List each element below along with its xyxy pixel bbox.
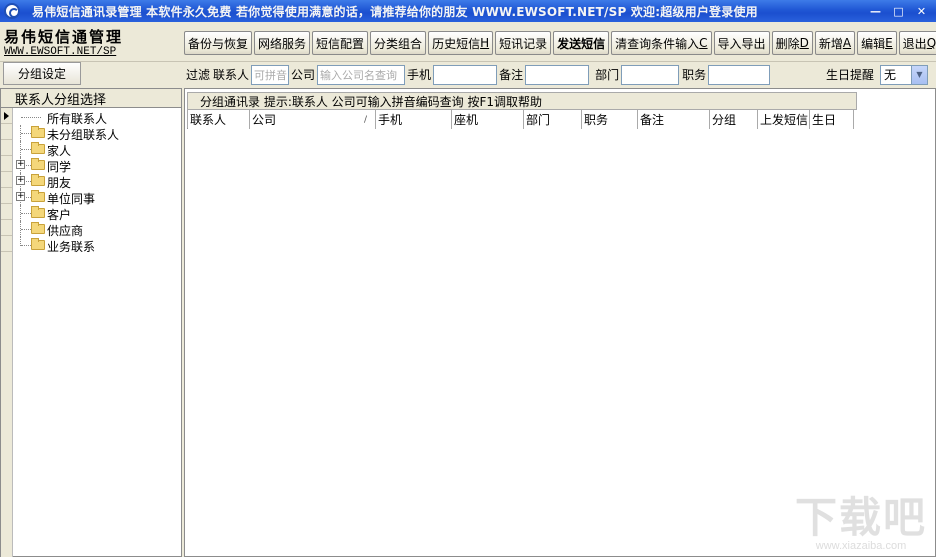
clear-query-button[interactable]: 清查询条件输入 C	[611, 31, 712, 55]
sms-history-button[interactable]: 历史短信 H	[428, 31, 494, 55]
folder-icon	[31, 158, 45, 170]
column-header-mobile[interactable]: 手机	[376, 110, 452, 129]
expand-icon[interactable]: +	[16, 192, 25, 201]
column-header-note[interactable]: 备注	[638, 110, 710, 129]
grid-caption: 分组通讯录 提示:联系人 公司可输入拼音编码查询 按F1调取帮助	[187, 92, 857, 110]
brand-url-link[interactable]: WWW.EWSOFT.NET/SP	[4, 46, 116, 58]
network-service-button[interactable]: 网络服务	[254, 31, 311, 55]
watermark-url: www.xiazaiba.com	[815, 540, 907, 552]
mobile-filter-label: 手机	[407, 68, 432, 82]
close-button[interactable]: ✕	[911, 2, 932, 20]
expand-icon[interactable]: +	[16, 160, 25, 169]
app-icon	[4, 3, 20, 19]
dept-filter-input[interactable]	[621, 64, 680, 85]
tree-item-all-contacts[interactable]: 所有联系人	[13, 109, 181, 127]
exit-button[interactable]: 退出 Q	[898, 31, 936, 55]
minimize-button[interactable]: —	[865, 2, 886, 20]
column-header-title[interactable]: 职务	[582, 110, 638, 129]
filter-bar: 过滤 联系人 可拼音 公司 输入公司名查询 手机 备注 部门 职务 生日提醒 无…	[184, 62, 936, 87]
column-header-contact[interactable]: 联系人	[188, 110, 250, 129]
title-bar: 易伟短信通讯录管理 本软件永久免费 若你觉得使用满意的话，请推荐给你的朋友 WW…	[0, 0, 936, 22]
column-header-group[interactable]: 分组	[710, 110, 758, 129]
sms-records-button[interactable]: 短讯记录	[495, 31, 552, 55]
note-filter-label: 备注	[499, 68, 524, 82]
sms-config-button[interactable]: 短信配置	[312, 31, 369, 55]
tree-header: 联系人分组选择	[1, 89, 181, 108]
category-combine-button[interactable]: 分类组合	[370, 31, 427, 55]
expand-icon[interactable]: +	[16, 176, 25, 185]
column-header-last-sms[interactable]: 上发短信	[758, 110, 810, 129]
folder-icon	[31, 142, 45, 154]
column-header-landline[interactable]: 座机	[452, 110, 524, 129]
tree-row-indicator-column	[1, 108, 13, 557]
birthday-reminder-value: 无	[884, 68, 897, 82]
edit-button[interactable]: 编辑 E	[857, 31, 897, 55]
company-filter-input[interactable]: 输入公司名查询	[317, 64, 406, 85]
current-row-indicator	[1, 108, 12, 124]
column-header-department[interactable]: 部门	[524, 110, 582, 129]
contacts-grid: 分组通讯录 提示:联系人 公司可输入拼音编码查询 按F1调取帮助 联系人 公司 …	[184, 88, 936, 557]
tree-item-ungrouped[interactable]: 未分组联系人	[13, 125, 181, 142]
group-tree: 所有联系人 未分组联系人 家人 + 同学 + 朋友 + 单位同事 客户 供应商 …	[13, 109, 181, 254]
tree-item-family[interactable]: 家人	[13, 141, 181, 158]
folder-icon	[31, 238, 45, 250]
group-tree-panel: 联系人分组选择 所有联系人 未分组联系人 家人 + 同学 + 朋友 + 单位同事…	[0, 88, 182, 557]
mobile-filter-input[interactable]	[433, 64, 498, 85]
column-header-birthday[interactable]: 生日	[810, 110, 854, 129]
folder-icon	[31, 190, 45, 202]
tree-item-business[interactable]: 业务联系	[13, 237, 181, 254]
dept-filter-label: 部门	[595, 68, 620, 82]
tree-item-friends[interactable]: + 朋友	[13, 173, 181, 190]
tree-item-suppliers[interactable]: 供应商	[13, 221, 181, 238]
company-filter-label: 公司	[291, 68, 316, 82]
brand-title: 易伟短信通管理	[4, 28, 124, 46]
title-filter-input[interactable]	[708, 64, 771, 85]
watermark: 下载吧 www.xiazaiba.com	[794, 493, 927, 553]
sort-indicator-icon: /	[363, 114, 367, 125]
add-button[interactable]: 新增 A	[814, 31, 856, 55]
note-filter-input[interactable]	[525, 64, 590, 85]
folder-icon	[31, 222, 45, 234]
backup-restore-button[interactable]: 备份与恢复	[184, 31, 253, 55]
birthday-reminder-select[interactable]: 无 ▼	[880, 64, 928, 85]
tree-item-customers[interactable]: 客户	[13, 205, 181, 222]
import-export-button[interactable]: 导入导出	[713, 31, 770, 55]
filter-label: 过滤	[186, 68, 211, 82]
contact-filter-input[interactable]: 可拼音	[251, 64, 290, 85]
group-settings-tab[interactable]: 分组设定	[3, 62, 81, 85]
column-header-company[interactable]: 公司 /	[250, 110, 376, 129]
contact-filter-label: 联系人	[213, 68, 250, 82]
title-filter-label: 职务	[682, 68, 707, 82]
send-sms-button[interactable]: 发送短信	[553, 31, 610, 55]
tree-item-classmates[interactable]: + 同学	[13, 157, 181, 174]
folder-icon	[31, 206, 45, 218]
delete-button[interactable]: 删除 D	[771, 31, 813, 55]
grid-column-headers: 联系人 公司 / 手机 座机 部门 职务 备注 分组 上发短信 生日	[187, 110, 854, 129]
toolbar: 备份与恢复 网络服务 短信配置 分类组合 历史短信 H 短讯记录 发送短信 清查询…	[184, 31, 936, 55]
birthday-reminder-label: 生日提醒	[825, 68, 874, 82]
header: 易伟短信通管理 WWW.EWSOFT.NET/SP 备份与恢复 网络服务 短信配…	[0, 22, 936, 62]
folder-icon	[31, 126, 45, 138]
window-controls: — □ ✕	[865, 2, 932, 20]
watermark-text: 下载吧	[794, 493, 927, 542]
folder-icon	[31, 174, 45, 186]
chevron-down-icon[interactable]: ▼	[911, 65, 927, 84]
tree-item-colleagues[interactable]: + 单位同事	[13, 189, 181, 206]
window-title: 易伟短信通讯录管理 本软件永久免费 若你觉得使用满意的话，请推荐给你的朋友 WW…	[32, 4, 758, 19]
maximize-button[interactable]: □	[888, 2, 909, 20]
